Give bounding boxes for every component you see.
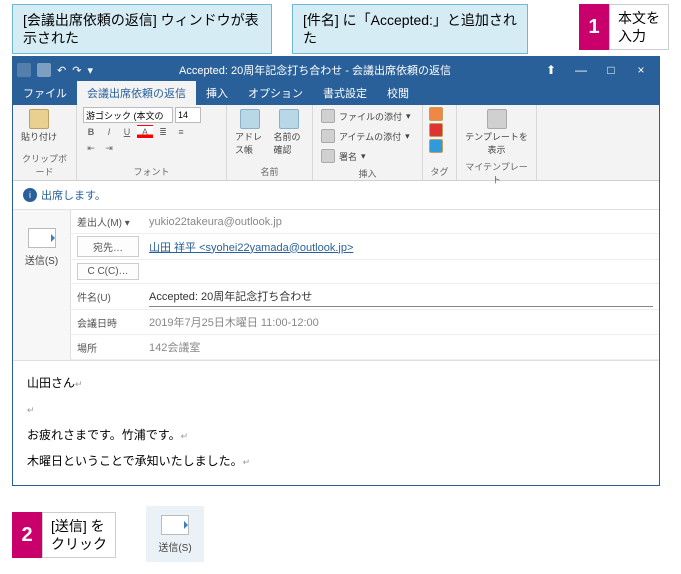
cc-button[interactable]: C C(C)… [77,263,139,280]
signature-button[interactable]: 署名▾ [319,147,368,165]
group-clipboard-label: クリップボード [19,150,70,178]
save-icon[interactable] [37,63,51,77]
group-include-label: 挿入 [319,165,416,180]
return-mark-icon: ↵ [243,457,251,467]
bold-button[interactable]: B [83,125,99,139]
body-line-3: お疲れさまです。竹浦です。 [27,428,181,442]
step-2-text: [送信] を クリック [42,512,116,558]
tab-meeting-reply[interactable]: 会議出席依頼の返信 [77,81,196,105]
return-mark-icon: ↵ [181,431,189,441]
tab-option[interactable]: オプション [238,81,313,105]
attach-item-icon [321,129,335,143]
close-button[interactable]: × [627,60,655,80]
follow-up-icon[interactable] [429,107,443,121]
step-1-text: 本文を 入力 [609,4,669,50]
group-tags-label: タグ [429,163,450,178]
info-icon: i [23,188,37,202]
return-mark-icon: ↵ [27,405,35,415]
when-value: 2019年7月25日木曜日 11:00-12:00 [149,312,653,332]
address-book-button[interactable]: アドレス帳 [233,107,268,158]
info-bar: i 出席します。 [13,181,659,210]
indent-inc-button[interactable]: ⇥ [101,141,117,155]
to-button[interactable]: 宛先… [77,236,139,257]
font-name-select[interactable] [83,107,173,123]
paste-button[interactable]: 貼り付け [19,107,59,145]
attach-item-button[interactable]: アイテムの添付▾ [319,127,412,145]
callout-window-shown: [会議出席依頼の返信] ウィンドウが表示された [12,4,272,54]
maximize-button[interactable]: □ [597,60,625,80]
importance-high-icon[interactable] [429,123,443,137]
outlook-reply-window: ↶ ↷ ▾ Accepted: 20周年記念打ち合わせ - 会議出席依頼の返信 … [12,56,660,486]
italic-button[interactable]: I [101,125,117,139]
to-field[interactable]: 山田 祥平 <syohei22yamada@outlook.jp> [149,237,653,257]
indent-dec-button[interactable]: ⇤ [83,141,99,155]
template-icon [487,109,507,129]
window-title: Accepted: 20周年記念打ち合わせ - 会議出席依頼の返信 [93,62,537,78]
titlebar: ↶ ↷ ▾ Accepted: 20周年記念打ち合わせ - 会議出席依頼の返信 … [13,57,659,83]
return-mark-icon: ↵ [75,379,83,389]
qat-undo-icon[interactable]: ↶ [57,64,66,77]
send-icon [161,515,189,535]
callout-subject-accepted: [件名] に「Accepted:」と追加された [292,4,528,54]
message-body[interactable]: 山田さん↵ ↵ お疲れさまです。竹浦です。↵ 木曜日ということで承知いたしました… [13,360,659,485]
numbering-button[interactable]: ≡ [173,125,189,139]
ribbon-tabs: ファイル 会議出席依頼の返信 挿入 オプション 書式設定 校閲 [13,83,659,105]
tab-review[interactable]: 校閲 [377,81,419,105]
group-font-label: フォント [83,163,220,178]
from-value[interactable]: yukio22takeura@outlook.jp [149,214,653,230]
ribbon: 貼り付け クリップボード B I U A ≣ ≡ ⇤ ⇥ [13,105,659,181]
underline-button[interactable]: U [119,125,135,139]
app-icon [17,63,31,77]
importance-low-icon[interactable] [429,139,443,153]
send-button[interactable]: 送信(S) [25,252,58,267]
qat-redo-icon[interactable]: ↷ [72,64,81,77]
tab-insert[interactable]: 挿入 [196,81,238,105]
group-names-label: 名前 [233,163,306,178]
tab-format[interactable]: 書式設定 [313,81,377,105]
info-text: 出席します。 [41,187,106,203]
signature-icon [321,149,335,163]
view-templates-button[interactable]: テンプレートを表示 [463,107,530,158]
send-icon [28,228,56,248]
where-value: 142会議室 [149,337,653,357]
font-color-button[interactable]: A [137,125,153,139]
step-2-number: 2 [12,512,42,558]
send-label-zoom: 送信(S) [158,539,191,554]
tab-file[interactable]: ファイル [13,81,77,105]
check-names-icon [279,109,299,129]
send-button-zoom: 送信(S) [146,506,204,562]
subject-field[interactable]: Accepted: 20周年記念打ち合わせ [149,286,653,307]
body-line-4: 木曜日ということで承知いたしました。 [27,454,243,468]
paste-icon [29,109,49,129]
address-book-icon [240,109,260,129]
attach-file-button[interactable]: ファイルの添付▾ [319,107,413,125]
step-2: 2 [送信] を クリック [12,512,116,558]
when-label: 会議日時 [77,315,149,330]
where-label: 場所 [77,340,149,355]
ribbon-up-button[interactable]: ⬆ [537,60,565,80]
from-label: 差出人(M) ▾ [77,214,149,229]
step-1: 1 本文を 入力 [579,4,669,50]
minimize-button[interactable]: — [567,60,595,80]
bullets-button[interactable]: ≣ [155,125,171,139]
cc-field[interactable] [149,270,653,274]
send-column: 送信(S) [13,210,71,360]
subject-label: 件名(U) [77,289,149,304]
step-1-number: 1 [579,4,609,50]
font-size-select[interactable] [175,107,201,123]
group-template-label: マイテンプレート [463,158,530,186]
attach-file-icon [321,109,335,123]
body-line-1: 山田さん [27,376,75,390]
check-names-button[interactable]: 名前の確認 [272,107,307,158]
